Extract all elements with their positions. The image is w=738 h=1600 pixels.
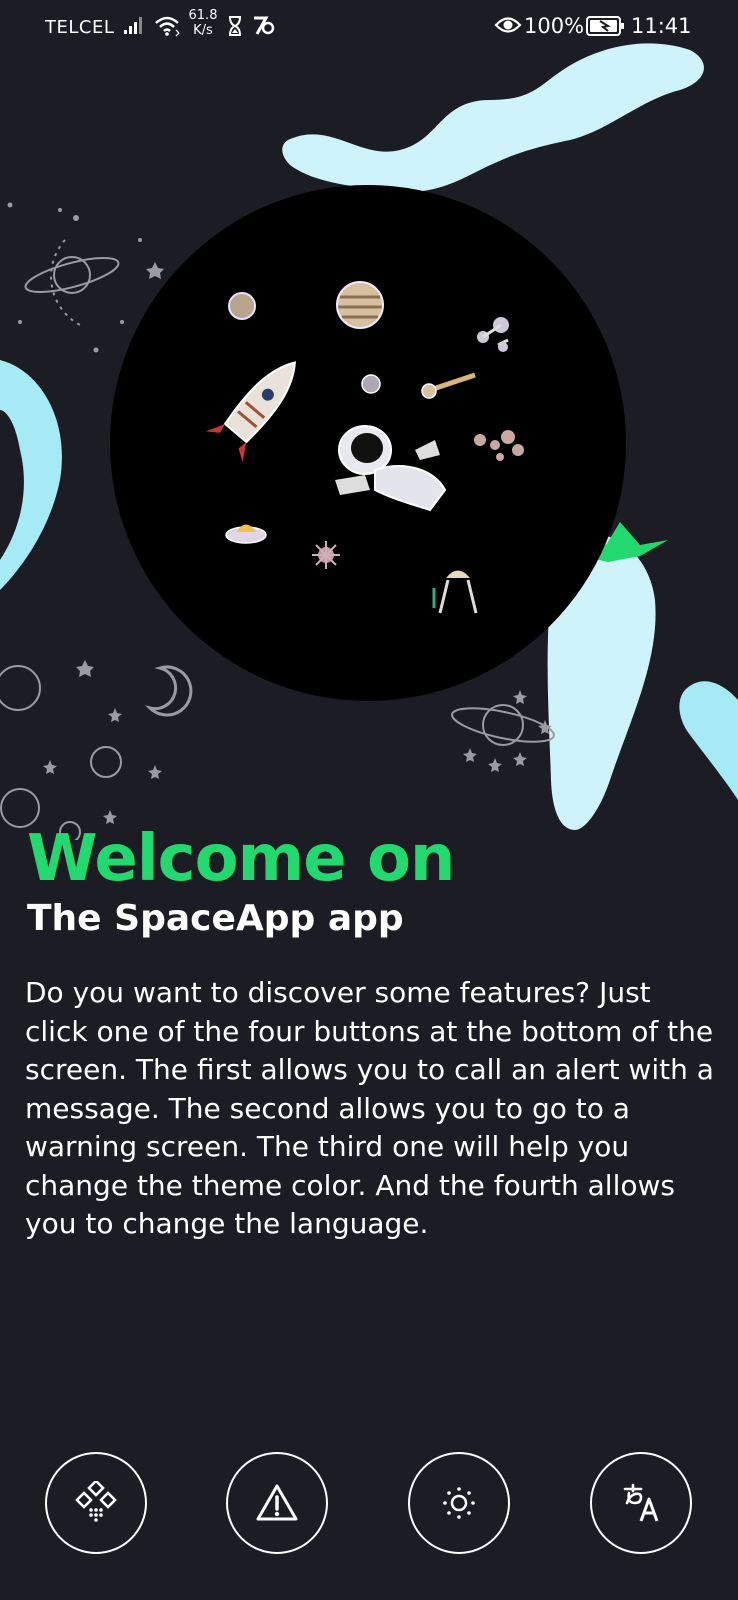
status-bar: TELCEL 61.8 K/s 100% 11:41 <box>0 0 738 54</box>
data-saver-icon <box>252 14 276 40</box>
star-burst <box>312 541 340 569</box>
doodle-planet-right <box>451 704 555 746</box>
clock: 11:41 <box>631 14 692 38</box>
warning-icon <box>256 1484 298 1521</box>
welcome-subtitle: The SpaceApp app <box>27 898 404 939</box>
doodle-planet-left <box>24 239 120 326</box>
signal-icon <box>123 14 147 40</box>
eye-comfort-icon <box>494 15 522 39</box>
planet-small <box>228 292 256 320</box>
translate-icon <box>623 1483 659 1522</box>
meteor-small <box>361 374 381 394</box>
planet-striped <box>336 281 384 329</box>
battery-percent: 100% <box>524 14 585 38</box>
doodle-moon <box>145 665 193 717</box>
alert-button[interactable] <box>45 1452 147 1554</box>
battery-charging-icon <box>586 15 626 41</box>
wave-shape <box>282 43 704 192</box>
welcome-title: Welcome on <box>27 822 455 896</box>
carrier-name: TELCEL <box>45 17 115 38</box>
bottom-action-bar <box>0 1452 738 1556</box>
language-button[interactable] <box>590 1452 692 1554</box>
left-curve-shape <box>0 360 62 590</box>
apps-grid-icon <box>75 1481 117 1522</box>
wifi-icon <box>154 14 182 42</box>
welcome-description: Do you want to discover some features? J… <box>25 976 714 1240</box>
warning-button[interactable] <box>226 1452 328 1554</box>
hourglass-icon <box>227 15 243 41</box>
brightness-icon <box>443 1487 475 1519</box>
space-illustration <box>0 43 738 840</box>
theme-button[interactable] <box>408 1452 510 1554</box>
right-blob-shape <box>679 681 738 800</box>
doodle-planets-bottom <box>0 665 122 840</box>
network-speed: 61.8 K/s <box>188 8 218 38</box>
